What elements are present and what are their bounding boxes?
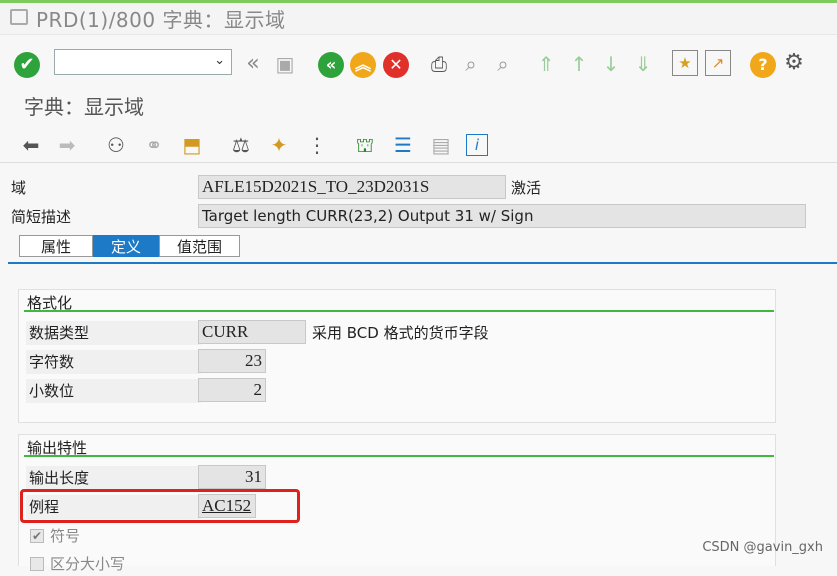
first-page-icon[interactable]: ⇑ <box>533 51 559 77</box>
output-length-label: 输出长度 <box>26 466 201 490</box>
toolbar-divider <box>0 162 837 163</box>
format-group-line <box>24 310 774 312</box>
title-bar: PRD(1)/800 字典：显示域 <box>0 0 837 35</box>
num-chars-label: 字符数 <box>26 350 201 374</box>
output-length-field[interactable]: 31 <box>198 465 266 489</box>
data-type-label: 数据类型 <box>26 321 201 345</box>
chevron-down-icon[interactable]: ⌄ <box>214 53 225 68</box>
document-icon[interactable]: ▤ <box>428 132 454 158</box>
save-icon[interactable]: ▣ <box>272 51 298 77</box>
shortcut-icon[interactable]: ↗ <box>705 50 731 76</box>
watermark: CSDN @gavin_gxh <box>702 540 823 555</box>
num-chars-field[interactable]: 23 <box>198 349 266 373</box>
print-icon[interactable]: ⎙ <box>426 51 452 77</box>
short-desc-field[interactable]: Target length CURR(23,2) Output 31 w/ Si… <box>198 204 806 228</box>
tab-definition[interactable]: 定义 <box>93 235 159 257</box>
info-icon[interactable]: i <box>466 134 488 156</box>
tab-attributes[interactable]: 属性 <box>19 235 93 257</box>
gear-icon[interactable]: ⚙ <box>781 50 807 76</box>
decimals-field[interactable]: 2 <box>198 378 266 402</box>
display-change-icon[interactable]: ⚇ <box>103 132 129 158</box>
domain-label: 域 <box>8 176 201 200</box>
data-type-desc: 采用 BCD 格式的货币字段 <box>312 324 489 342</box>
find-icon[interactable]: ⌕ <box>458 51 484 77</box>
tab-underline <box>8 262 837 264</box>
hierarchy-icon[interactable]: ⛫ <box>352 132 378 158</box>
sign-label: 符号 <box>50 527 81 545</box>
title-accent-line <box>0 0 837 3</box>
last-page-icon[interactable]: ⇓ <box>630 51 656 77</box>
window-menu-icon[interactable] <box>10 9 28 25</box>
forward-arrow-icon[interactable]: ➡ <box>54 132 80 158</box>
window-title: PRD(1)/800 字典：显示域 <box>36 8 286 32</box>
collapse-arrows-icon[interactable]: « <box>240 51 266 77</box>
lowercase-label: 区分大小写 <box>50 555 126 573</box>
decimals-label: 小数位 <box>26 379 201 403</box>
previous-page-icon[interactable]: ↑ <box>566 51 592 77</box>
new-session-icon[interactable]: ★ <box>672 50 698 76</box>
where-used-icon[interactable]: ⋮ <box>304 132 330 158</box>
check-icon[interactable]: ⬒ <box>179 132 205 158</box>
other-object-icon[interactable]: ⚭ <box>141 132 167 158</box>
domain-field[interactable]: AFLE15D2021S_TO_23D2031S <box>198 175 506 199</box>
back-icon[interactable]: « <box>318 52 344 78</box>
short-desc-label: 简短描述 <box>8 205 201 229</box>
routine-highlight-box <box>20 489 300 523</box>
exit-icon[interactable]: ︽ <box>350 52 376 78</box>
tab-value-range[interactable]: 值范围 <box>159 235 240 257</box>
sign-checkbox[interactable]: ✔ <box>30 529 44 543</box>
find-next-icon[interactable]: ⌕ <box>490 51 516 77</box>
back-arrow-icon[interactable]: ⬅ <box>18 132 44 158</box>
magic-wand-icon[interactable]: ✦ <box>266 132 292 158</box>
help-icon[interactable]: ? <box>750 52 776 78</box>
command-field[interactable]: ⌄ <box>54 49 232 75</box>
enter-icon[interactable]: ✔ <box>14 52 40 78</box>
list-icon[interactable]: ☰ <box>390 132 416 158</box>
next-page-icon[interactable]: ↓ <box>598 51 624 77</box>
activate-icon[interactable]: ⚖ <box>228 132 254 158</box>
output-group-line <box>24 455 774 457</box>
lowercase-checkbox[interactable] <box>30 557 44 571</box>
data-type-field[interactable]: CURR <box>198 320 306 344</box>
screen-title: 字典：显示域 <box>24 95 144 119</box>
cancel-icon[interactable]: ✕ <box>383 52 409 78</box>
domain-status: 激活 <box>508 176 542 200</box>
